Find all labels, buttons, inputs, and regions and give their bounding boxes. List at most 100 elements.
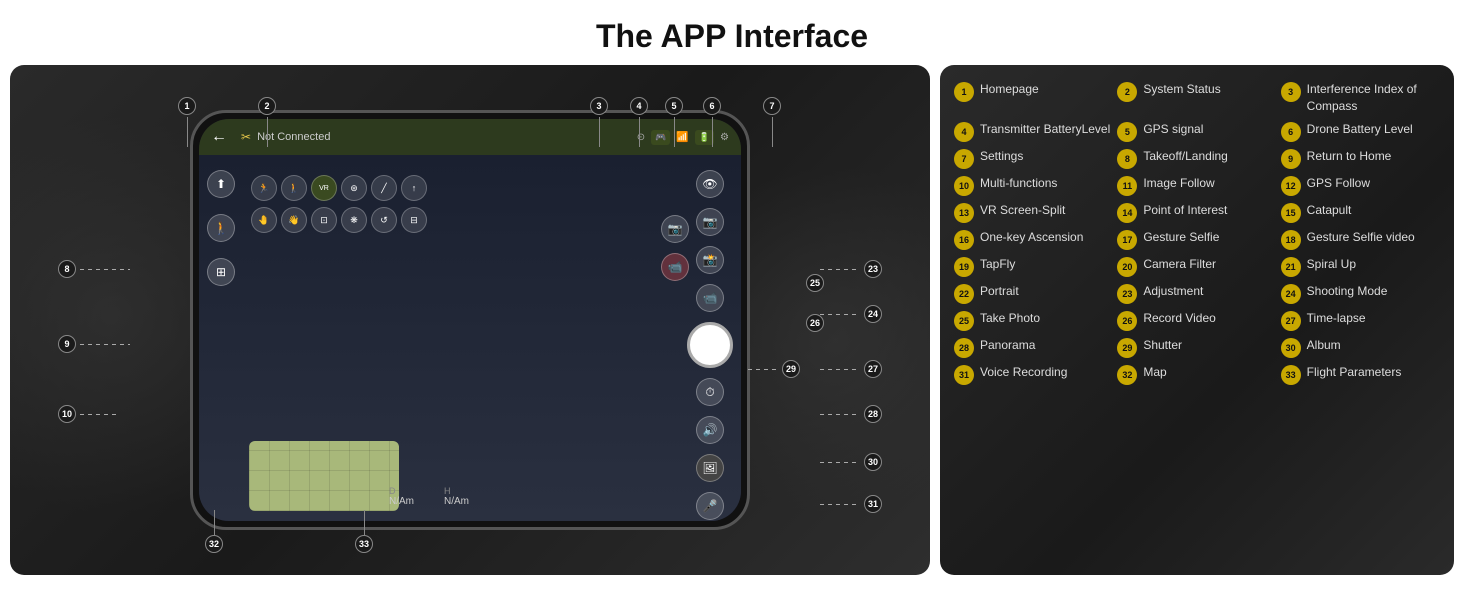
legend-text-3: Interference Index of Compass: [1307, 81, 1440, 115]
legend-text-20: Camera Filter: [1143, 256, 1216, 273]
legend-item-11: 11 Image Follow: [1117, 175, 1276, 196]
legend-num-13: 13: [954, 203, 974, 223]
legend-num-30: 30: [1281, 338, 1301, 358]
legend-item-32: 32 Map: [1117, 364, 1276, 385]
legend-text-4: Transmitter BatteryLevel: [980, 121, 1110, 138]
back-button[interactable]: ←: [211, 128, 227, 146]
legend-num-1: 1: [954, 82, 974, 102]
legend-num-8: 8: [1117, 149, 1137, 169]
legend-text-28: Panorama: [980, 337, 1035, 354]
legend-text-32: Map: [1143, 364, 1166, 381]
legend-text-2: System Status: [1143, 81, 1220, 98]
legend-item-8: 8 Takeoff/Landing: [1117, 148, 1276, 169]
legend-text-30: Album: [1307, 337, 1341, 354]
icon-multi[interactable]: ⊞: [207, 258, 235, 286]
legend-num-12: 12: [1281, 176, 1301, 196]
legend-num-25: 25: [954, 311, 974, 331]
settings-icon[interactable]: ⚙: [720, 132, 729, 143]
legend-item-20: 20 Camera Filter: [1117, 256, 1276, 277]
legend-text-8: Takeoff/Landing: [1143, 148, 1228, 165]
icon-pano[interactable]: 🔊: [696, 416, 724, 444]
legend-num-2: 2: [1117, 82, 1137, 102]
legend-item-10: 10 Multi-functions: [954, 175, 1113, 196]
map-view: [249, 441, 399, 511]
shutter-button[interactable]: [687, 322, 733, 368]
phone-screen: ← ✂ Not Connected ⊙ 🎮 📶 🔋 ⚙ ⬆: [199, 119, 741, 521]
icon-record-video[interactable]: 📹: [661, 253, 689, 281]
label-10: 10: [58, 405, 120, 423]
phone-mockup: ← ✂ Not Connected ⊙ 🎮 📶 🔋 ⚙ ⬆: [190, 110, 750, 530]
legend-num-28: 28: [954, 338, 974, 358]
legend-item-4: 4 Transmitter BatteryLevel: [954, 121, 1113, 142]
legend-num-20: 20: [1117, 257, 1137, 277]
icon-timer[interactable]: ⏱: [696, 378, 724, 406]
legend-num-3: 3: [1281, 82, 1301, 102]
legend-item-12: 12 GPS Follow: [1281, 175, 1440, 196]
left-cam-icons: ⬆ 🚶 ⊞: [207, 170, 235, 286]
icon-camera[interactable]: 📸: [696, 246, 724, 274]
legend-item-7: 7 Settings: [954, 148, 1113, 169]
icon-shoot-mode[interactable]: 📷: [696, 208, 724, 236]
legend-num-21: 21: [1281, 257, 1301, 277]
legend-item-31: 31 Voice Recording: [954, 364, 1113, 385]
icon-19[interactable]: ⊡: [311, 207, 337, 233]
icon-22[interactable]: ⊟: [401, 207, 427, 233]
legend-item-33: 33 Flight Parameters: [1281, 364, 1440, 385]
flight-params: D N/Am H N/Am: [389, 486, 469, 507]
legend-item-5: 5 GPS signal: [1117, 121, 1276, 142]
legend-num-18: 18: [1281, 230, 1301, 250]
icon-13[interactable]: VR: [311, 175, 337, 201]
legend-text-1: Homepage: [980, 81, 1039, 98]
icon-20[interactable]: ❋: [341, 207, 367, 233]
icon-take-photo[interactable]: 📷: [661, 215, 689, 243]
legend-item-6: 6 Drone Battery Level: [1281, 121, 1440, 142]
legend-grid: 1 Homepage 2 System Status 3 Interferenc…: [954, 81, 1440, 385]
status-bar: ← ✂ Not Connected ⊙ 🎮 📶 🔋 ⚙: [199, 119, 741, 155]
legend-item-23: 23 Adjustment: [1117, 283, 1276, 304]
icon-12[interactable]: 🚶: [281, 175, 307, 201]
legend-num-5: 5: [1117, 122, 1137, 142]
icon-15[interactable]: ╱: [371, 175, 397, 201]
legend-item-25: 25 Take Photo: [954, 310, 1113, 331]
icon-18[interactable]: 👋: [281, 207, 307, 233]
label-30: 30: [820, 453, 882, 471]
legend-num-29: 29: [1117, 338, 1137, 358]
legend-text-29: Shutter: [1143, 337, 1182, 354]
scissors-icon: ✂: [241, 130, 251, 144]
legend-num-16: 16: [954, 230, 974, 250]
icon-14[interactable]: ⊛: [341, 175, 367, 201]
legend-item-16: 16 One-key Ascension: [954, 229, 1113, 250]
icon-11[interactable]: 🏃: [251, 175, 277, 201]
label-32: 32: [205, 510, 223, 553]
side-capture-icons: 📷 📹: [661, 215, 689, 281]
legend-text-15: Catapult: [1307, 202, 1352, 219]
label-3: 3: [590, 97, 608, 147]
icon-album[interactable]: 🖼: [696, 454, 724, 482]
label-31: 31: [820, 495, 882, 513]
icon-16[interactable]: ↑: [401, 175, 427, 201]
legend-text-18: Gesture Selfie video: [1307, 229, 1415, 246]
icon-video[interactable]: 📹: [696, 284, 724, 312]
legend-item-26: 26 Record Video: [1117, 310, 1276, 331]
legend-text-5: GPS signal: [1143, 121, 1203, 138]
legend-item-15: 15 Catapult: [1281, 202, 1440, 223]
label-33: 33: [355, 510, 373, 553]
camera-view: ⬆ 🚶 ⊞ 🏃 🚶 VR ⊛ ╱ ↑: [199, 155, 741, 521]
distance-param: D N/Am: [389, 486, 414, 507]
legend-num-23: 23: [1117, 284, 1137, 304]
legend-num-19: 19: [954, 257, 974, 277]
legend-num-26: 26: [1117, 311, 1137, 331]
legend-text-21: Spiral Up: [1307, 256, 1356, 273]
icon-adjust[interactable]: 👁: [696, 170, 724, 198]
icon-takeoff[interactable]: ⬆: [207, 170, 235, 198]
label-27: 27: [820, 360, 882, 378]
legend-item-27: 27 Time-lapse: [1281, 310, 1440, 331]
icon-follow[interactable]: 🚶: [207, 214, 235, 242]
icon-17[interactable]: 🤚: [251, 207, 277, 233]
legend-item-19: 19 TapFly: [954, 256, 1113, 277]
icon-21[interactable]: ↺: [371, 207, 397, 233]
legend-item-17: 17 Gesture Selfie: [1117, 229, 1276, 250]
icon-mic[interactable]: 🎤: [696, 492, 724, 520]
label-23: 23: [820, 260, 882, 278]
right-icons-panel: 👁 📷 📸 📹 ⏱ 🔊 🖼 🎤: [687, 170, 733, 520]
